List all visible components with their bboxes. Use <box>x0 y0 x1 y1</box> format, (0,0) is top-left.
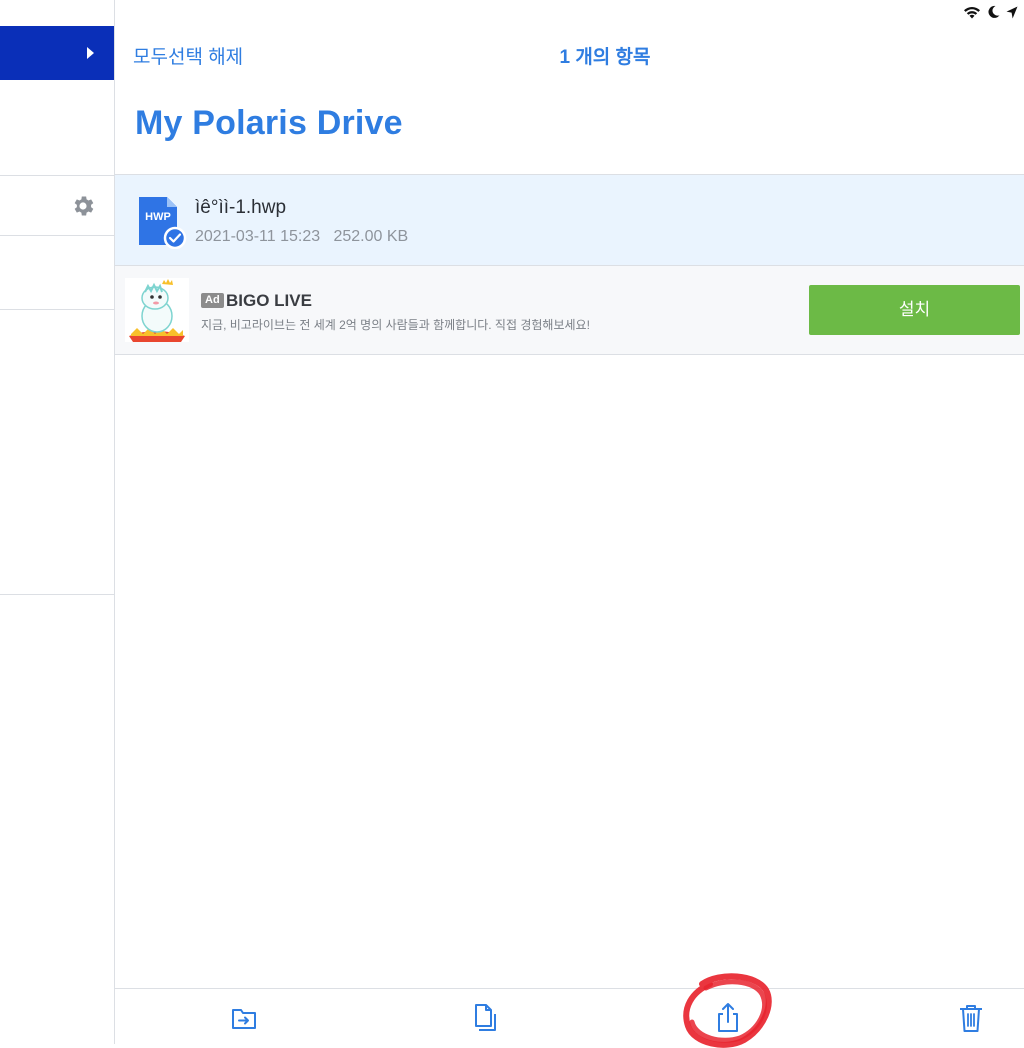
bigo-live-mascot-icon <box>125 278 189 342</box>
file-list-item[interactable]: HWP ìê°ìì-1.hwp 2021-03-11 15:23 252.00 … <box>115 175 1024 266</box>
sidebar-active-item[interactable] <box>0 26 114 80</box>
hwp-file-icon: HWP <box>139 197 187 249</box>
gear-icon[interactable] <box>70 193 96 219</box>
wifi-icon <box>964 7 980 19</box>
sidebar-divider <box>0 309 114 310</box>
ad-description: 지금, 비고라이브는 전 세계 2억 명의 사람들과 함께합니다. 직접 경험해… <box>201 318 590 332</box>
sidebar-divider <box>0 235 114 236</box>
ad-banner[interactable]: Ad BIGO LIVE 지금, 비고라이브는 전 세계 2억 명의 사람들과 … <box>115 266 1024 355</box>
deselect-all-button[interactable]: 모두선택 해제 <box>133 42 243 69</box>
sidebar <box>0 0 115 1044</box>
chevron-right-icon <box>87 47 94 59</box>
file-meta: 2021-03-11 15:23 252.00 KB <box>195 228 409 245</box>
ad-badge: Ad <box>201 293 224 308</box>
status-bar <box>824 0 1024 26</box>
trash-icon[interactable] <box>955 1001 987 1035</box>
moon-icon <box>988 5 1000 18</box>
file-name: ìê°ìì-1.hwp <box>195 197 287 218</box>
sidebar-divider <box>0 175 114 176</box>
sidebar-divider <box>0 594 114 595</box>
share-icon[interactable] <box>712 1001 744 1035</box>
page-title: My Polaris Drive <box>135 104 403 142</box>
bottom-toolbar <box>115 988 1024 1045</box>
copy-icon[interactable] <box>468 1001 500 1035</box>
file-type-badge: HWP <box>145 211 171 223</box>
selected-count-label: 1 개의 항목 <box>559 47 651 68</box>
location-arrow-icon <box>1006 6 1018 18</box>
install-button[interactable]: 설치 <box>809 285 1020 335</box>
ad-title: BIGO LIVE <box>226 291 312 310</box>
move-to-folder-icon[interactable] <box>228 1001 260 1035</box>
